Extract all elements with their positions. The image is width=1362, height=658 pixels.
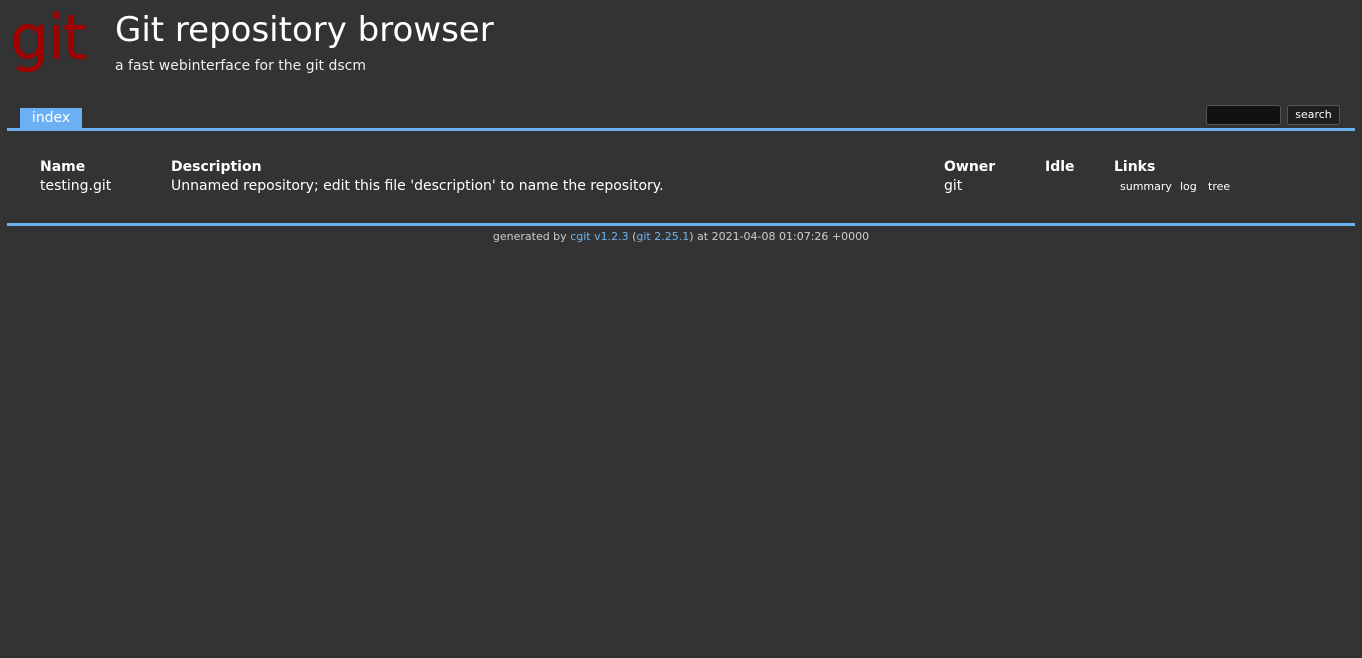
repo-name-link[interactable]: testing.git [40,177,111,195]
cgit-link[interactable]: cgit v1.2.3 [570,230,628,243]
footer-divider [7,223,1355,226]
column-header-idle[interactable]: Idle [1045,158,1075,176]
footer-prefix: generated by [492,230,571,243]
repo-log-link[interactable]: log [1180,180,1197,194]
column-header-owner[interactable]: Owner [944,158,995,176]
git-logo[interactable]: git [10,2,94,74]
footer: generated by cgit v1.2.3 (git 2.25.1) at… [0,230,1362,244]
repo-owner[interactable]: git [944,177,962,195]
column-header-description[interactable]: Description [171,158,262,176]
tab-index[interactable]: index [20,108,82,129]
repo-tree-link[interactable]: tree [1208,180,1230,194]
repo-description[interactable]: Unnamed repository; edit this file 'desc… [171,177,664,195]
column-header-name[interactable]: Name [40,158,85,176]
tab-divider [7,128,1355,131]
page: git Git repository browser a fast webint… [0,0,1362,658]
page-subtitle: a fast webinterface for the git dscm [115,58,366,74]
search-input[interactable] [1206,105,1281,125]
repo-summary-link[interactable]: summary [1120,180,1172,194]
column-header-links: Links [1114,159,1156,175]
footer-timestamp: ) at 2021-04-08 01:07:26 +0000 [689,230,870,243]
search-button[interactable]: search [1287,105,1340,125]
git-version-link[interactable]: git 2.25.1 [636,230,689,243]
page-title: Git repository browser [115,10,494,50]
